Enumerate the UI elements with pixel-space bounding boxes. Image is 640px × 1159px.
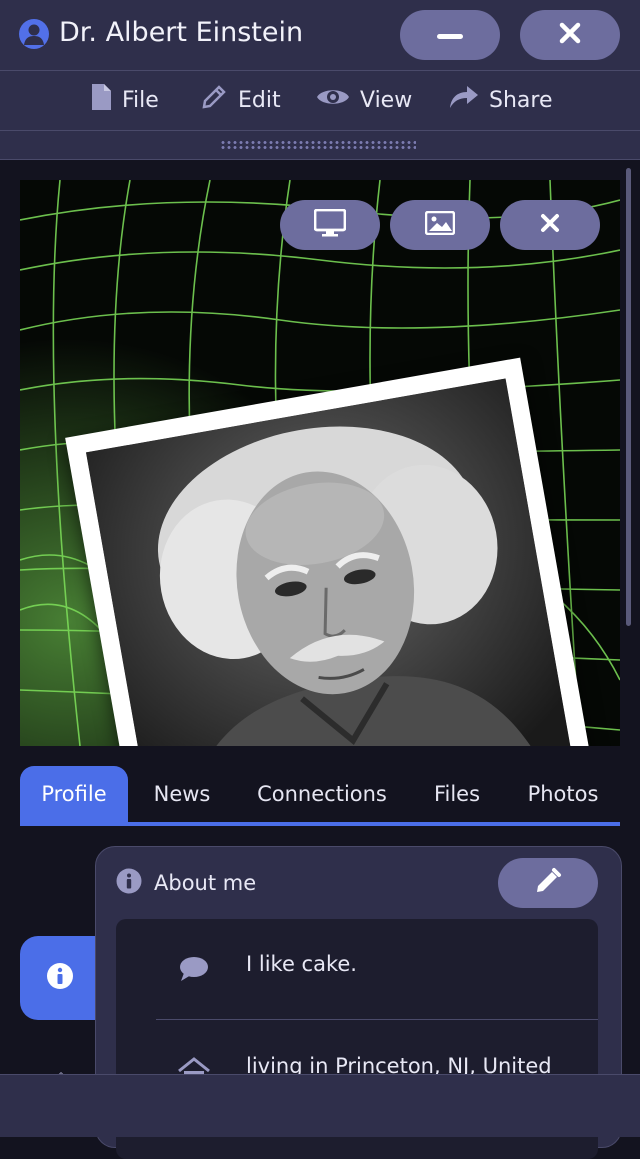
speech-bubble-icon: [176, 951, 212, 987]
about-header: About me: [116, 867, 256, 899]
info-icon: [116, 868, 142, 899]
window-title: Dr. Albert Einstein: [59, 17, 304, 48]
tab-files[interactable]: Files: [418, 766, 496, 822]
tab-news[interactable]: News: [136, 766, 228, 822]
info-icon: [46, 962, 74, 994]
menu-share[interactable]: Share: [449, 83, 553, 117]
edit-about-button[interactable]: [498, 858, 598, 908]
title-bar: Dr. Albert Einstein: [0, 0, 640, 71]
pencil-icon: [200, 83, 228, 117]
menu-file[interactable]: File: [90, 83, 159, 117]
menu-edit-label: Edit: [238, 87, 281, 113]
menu-share-label: Share: [489, 87, 553, 113]
menu-file-label: File: [122, 87, 159, 113]
profile-tabs: Profile News Connections Files Photos: [20, 766, 620, 822]
user-avatar-icon: [19, 19, 49, 49]
minimize-button[interactable]: [400, 10, 500, 60]
menu-view-label: View: [360, 87, 413, 113]
tab-photos[interactable]: Photos: [516, 766, 610, 822]
side-nav-info[interactable]: [20, 936, 100, 1020]
scrollbar-thumb[interactable]: [626, 168, 631, 626]
grip-dots-icon: [220, 140, 416, 150]
cover-remove-button[interactable]: [500, 200, 600, 250]
menu-bar: File Edit View Share: [0, 71, 640, 131]
divider: [156, 1019, 598, 1020]
about-title: About me: [154, 871, 257, 895]
tab-underline: [20, 822, 620, 826]
about-text: I like cake.: [246, 952, 357, 976]
resize-handle[interactable]: [0, 131, 640, 160]
tab-profile[interactable]: Profile: [20, 766, 128, 822]
eye-icon: [316, 85, 350, 115]
menu-edit[interactable]: Edit: [200, 83, 281, 117]
cover-desktop-button[interactable]: [280, 200, 380, 250]
monitor-icon: [313, 208, 347, 241]
close-icon: [540, 213, 560, 237]
close-icon: [559, 22, 581, 48]
profile-photo: [85, 378, 574, 746]
minimize-icon: [437, 26, 463, 45]
tab-connections[interactable]: Connections: [248, 766, 396, 822]
close-window-button[interactable]: [520, 10, 620, 60]
image-icon: [424, 210, 456, 239]
pencil-icon: [534, 867, 562, 899]
menu-view[interactable]: View: [316, 83, 412, 117]
share-icon: [449, 84, 479, 116]
list-item: I like cake.: [136, 919, 598, 1020]
cover-image-button[interactable]: [390, 200, 490, 250]
cover-image: [20, 180, 620, 746]
bottom-bar: [0, 1074, 640, 1137]
file-icon: [90, 83, 112, 117]
